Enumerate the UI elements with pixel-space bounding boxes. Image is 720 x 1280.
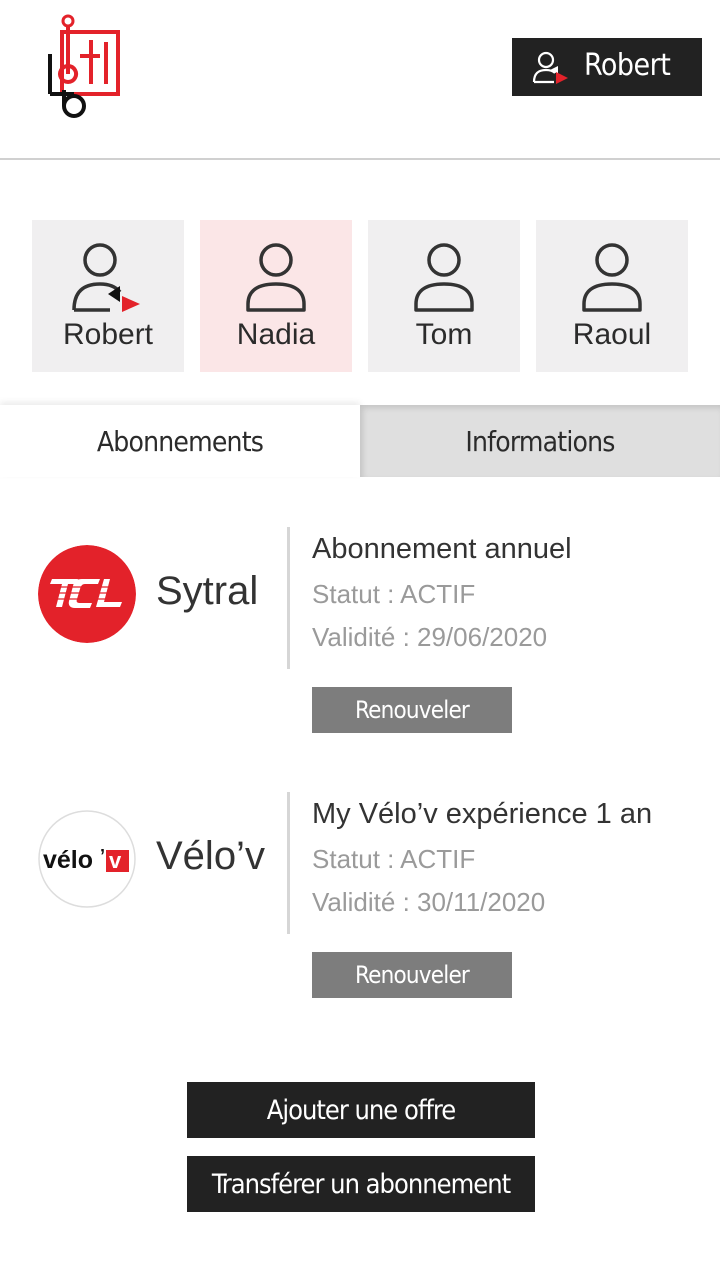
transfer-subscription-button[interactable]: Transférer un abonnement — [187, 1156, 535, 1212]
svg-text:v: v — [109, 848, 122, 873]
tab-abonnements[interactable]: Abonnements — [0, 405, 360, 477]
subscription-title: Abonnement annuel — [312, 533, 572, 565]
svg-text:vélo: vélo — [43, 846, 93, 874]
tcl-logo — [38, 545, 136, 643]
subscription-card-sytral: Sytral Abonnement annuel Statut : ACTIF … — [0, 525, 720, 745]
current-user-name: Robert — [584, 48, 671, 83]
profile-card-nadia[interactable]: Nadia — [200, 220, 352, 372]
user-icon — [414, 243, 474, 312]
subscription-validity: Validité : 30/11/2020 — [312, 887, 546, 917]
user-switch-icon — [72, 243, 140, 312]
tab-bar: Abonnements Informations — [0, 405, 720, 477]
current-user-button[interactable]: Robert — [512, 38, 702, 96]
profile-name: Nadia — [236, 318, 316, 351]
profile-name: Raoul — [572, 318, 652, 351]
renew-button[interactable]: Renouveler — [312, 687, 512, 733]
profile-card-raoul[interactable]: Raoul — [536, 220, 688, 372]
profile-name: Robert — [62, 318, 154, 351]
subscription-title: My Vélo’v expérience 1 an — [312, 798, 653, 830]
profile-card-tom[interactable]: Tom — [368, 220, 520, 372]
app-header: Robert — [0, 0, 720, 160]
subscription-status: Statut : ACTIF — [312, 844, 476, 874]
velov-logo: vélo ’ v — [38, 810, 136, 908]
profile-selector: Robert Nadia Tom Raoul — [32, 220, 688, 372]
user-icon — [582, 243, 642, 312]
brand-name: Vélo’v — [156, 834, 265, 878]
vertical-divider — [287, 792, 290, 934]
brand-name: Sytral — [156, 569, 259, 613]
svg-text:’: ’ — [100, 846, 105, 866]
profile-name: Tom — [415, 318, 473, 351]
subscription-card-velov: vélo ’ v Vélo’v My Vélo’v expérience 1 a… — [0, 790, 720, 1010]
subscription-status: Statut : ACTIF — [312, 579, 476, 609]
tab-informations[interactable]: Informations — [360, 405, 720, 477]
profile-card-robert[interactable]: Robert — [32, 220, 184, 372]
switch-user-icon — [532, 51, 568, 84]
user-icon — [246, 243, 306, 312]
subscription-validity: Validité : 29/06/2020 — [312, 622, 548, 652]
vertical-divider — [287, 527, 290, 669]
add-offer-button[interactable]: Ajouter une offre — [187, 1082, 535, 1138]
renew-button[interactable]: Renouveler — [312, 952, 512, 998]
tbl-logo[interactable] — [44, 14, 126, 122]
